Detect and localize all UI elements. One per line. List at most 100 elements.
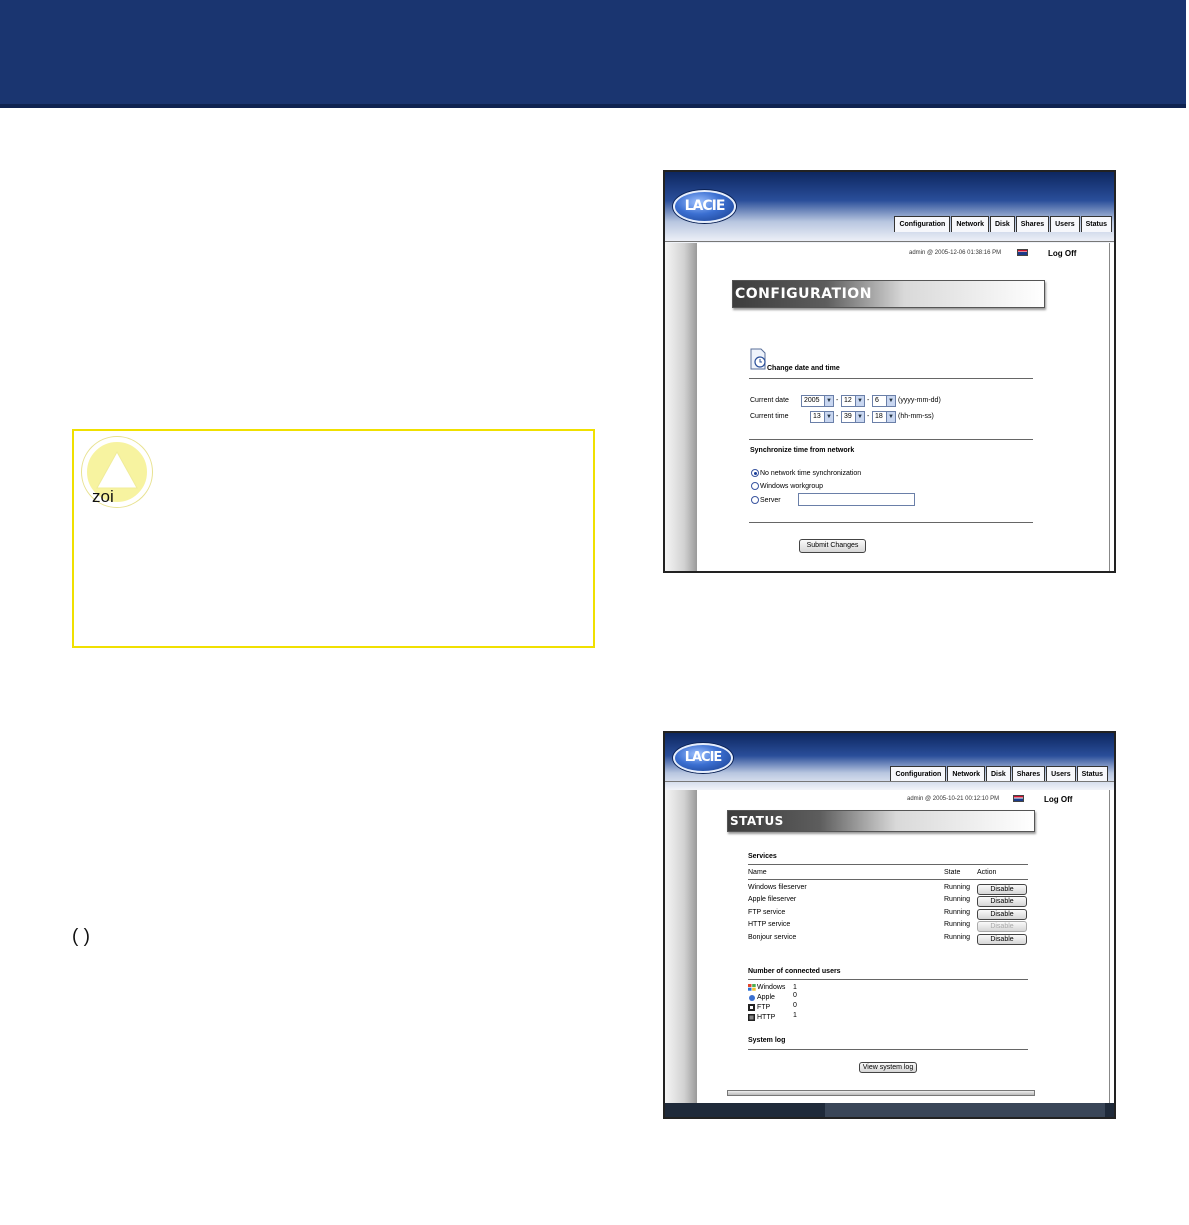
caution-text-fragment: zoi [92,487,114,506]
user-session-info: admin @ 2005-12-06 01:38:16 PM [909,250,1002,256]
page-title: STATUS [730,814,784,828]
services-title: Services [748,853,777,860]
month-value: 12 [844,397,852,404]
footer-strip [665,1103,1114,1117]
hour-select[interactable]: 13 ▼ [810,411,834,423]
apple-icon [749,995,755,1001]
column-state: State [944,869,961,876]
connected-ftp-label: FTP [757,1004,771,1011]
configuration-screenshot: LACIE Configuration Network Disk Shares … [663,170,1116,573]
tab-users[interactable]: Users [1046,766,1076,782]
chevron-down-icon: ▼ [886,412,895,422]
clock-icon [750,348,766,370]
service-name: HTTP service [748,921,791,928]
connected-http-label: HTTP [757,1014,776,1021]
nav-tabs: Configuration Network Disk Shares Users … [894,216,1112,232]
service-state: Running [944,921,971,928]
hour-value: 13 [813,413,821,420]
tab-shares[interactable]: Shares [1015,216,1050,232]
day-select[interactable]: 6 ▼ [872,395,896,407]
content-edge [1109,790,1110,1117]
server-input[interactable] [798,493,915,506]
chevron-down-icon: ▼ [824,412,833,422]
user-session-info: admin @ 2005-10-21 00:12:10 PM [907,796,1000,802]
log-off-link[interactable]: Log Off [1048,249,1076,258]
service-state: Running [944,884,971,891]
date-separator: - [867,397,870,404]
system-log-title: System log [748,1037,786,1044]
current-time-label: Current time [750,413,789,420]
tab-underline [665,781,1114,782]
minute-value: 39 [844,413,852,420]
radio-windows-workgroup[interactable] [751,482,759,490]
disable-button[interactable]: Disable [977,934,1027,945]
time-separator: - [836,413,839,420]
connected-windows-count: 1 [793,984,797,991]
radio-no-sync[interactable] [751,469,759,477]
disable-button[interactable]: Disable [977,896,1027,907]
lacie-logo: LACIE [673,190,736,223]
service-state: Running [944,909,971,916]
tab-users[interactable]: Users [1050,216,1080,232]
connected-apple-count: 0 [793,992,797,999]
tab-configuration[interactable]: Configuration [890,766,947,782]
tab-status[interactable]: Status [1076,766,1108,782]
service-state: Running [944,896,971,903]
second-value: 18 [875,413,883,420]
view-system-log-button[interactable]: View system log [859,1062,917,1073]
nav-tabs: Configuration Network Disk Shares Users … [890,766,1108,782]
radio-windows-workgroup-label: Windows workgroup [760,483,824,490]
month-select[interactable]: 12 ▼ [841,395,865,407]
footer-strip-highlight [825,1103,1105,1117]
page-title-bar: CONFIGURATION [732,280,1045,308]
year-select[interactable]: 2005 ▼ [801,395,834,407]
tab-network[interactable]: Network [951,216,989,232]
tab-disk[interactable]: Disk [989,216,1015,232]
connected-apple-label: Apple [757,994,775,1001]
sidebar-gradient [665,790,697,1117]
paren-fragment: ( ) [72,926,90,947]
column-action: Action [977,869,997,876]
divider [748,979,1028,980]
connected-http-count: 1 [793,1012,797,1019]
radio-no-sync-label: No network time synchronization [760,470,862,477]
status-screenshot: LACIE Configuration Network Disk Shares … [663,731,1116,1119]
chevron-down-icon: ▼ [824,396,833,406]
sidebar-gradient [665,243,697,571]
windows-icon [748,984,756,991]
second-select[interactable]: 18 ▼ [872,411,896,423]
log-off-link[interactable]: Log Off [1044,795,1072,804]
bottom-bar [727,1090,1035,1096]
connected-ftp-count: 0 [793,1002,797,1009]
radio-server-label: Server [760,497,781,504]
disable-button: Disable [977,921,1027,932]
logo-text: LACIE [684,198,726,214]
service-name: Windows fileserver [748,884,807,891]
content-edge [1109,243,1110,571]
banner-edge [0,104,1189,108]
tab-disk[interactable]: Disk [985,766,1011,782]
lacie-logo: LACIE [673,743,733,773]
service-name: Bonjour service [748,934,797,941]
page-title: CONFIGURATION [735,286,872,302]
tab-status[interactable]: Status [1080,216,1112,232]
header-banner [0,0,1189,108]
day-value: 6 [875,397,879,404]
tab-shares[interactable]: Shares [1011,766,1046,782]
tab-configuration[interactable]: Configuration [894,216,951,232]
disable-button[interactable]: Disable [977,909,1027,920]
tab-network[interactable]: Network [947,766,985,782]
logo-text: LACIE [684,750,723,765]
language-flag-icon[interactable] [1017,249,1028,256]
chevron-down-icon: ▼ [855,396,864,406]
connected-users-title: Number of connected users [748,968,841,975]
divider [749,522,1033,523]
language-flag-icon[interactable] [1013,795,1024,802]
time-format-hint: (hh-mm-ss) [898,413,934,420]
minute-select[interactable]: 39 ▼ [841,411,865,423]
year-value: 2005 [804,397,820,404]
radio-server[interactable] [751,496,759,504]
disable-button[interactable]: Disable [977,884,1027,895]
chevron-down-icon: ▼ [855,412,864,422]
submit-changes-button[interactable]: Submit Changes [799,539,866,553]
